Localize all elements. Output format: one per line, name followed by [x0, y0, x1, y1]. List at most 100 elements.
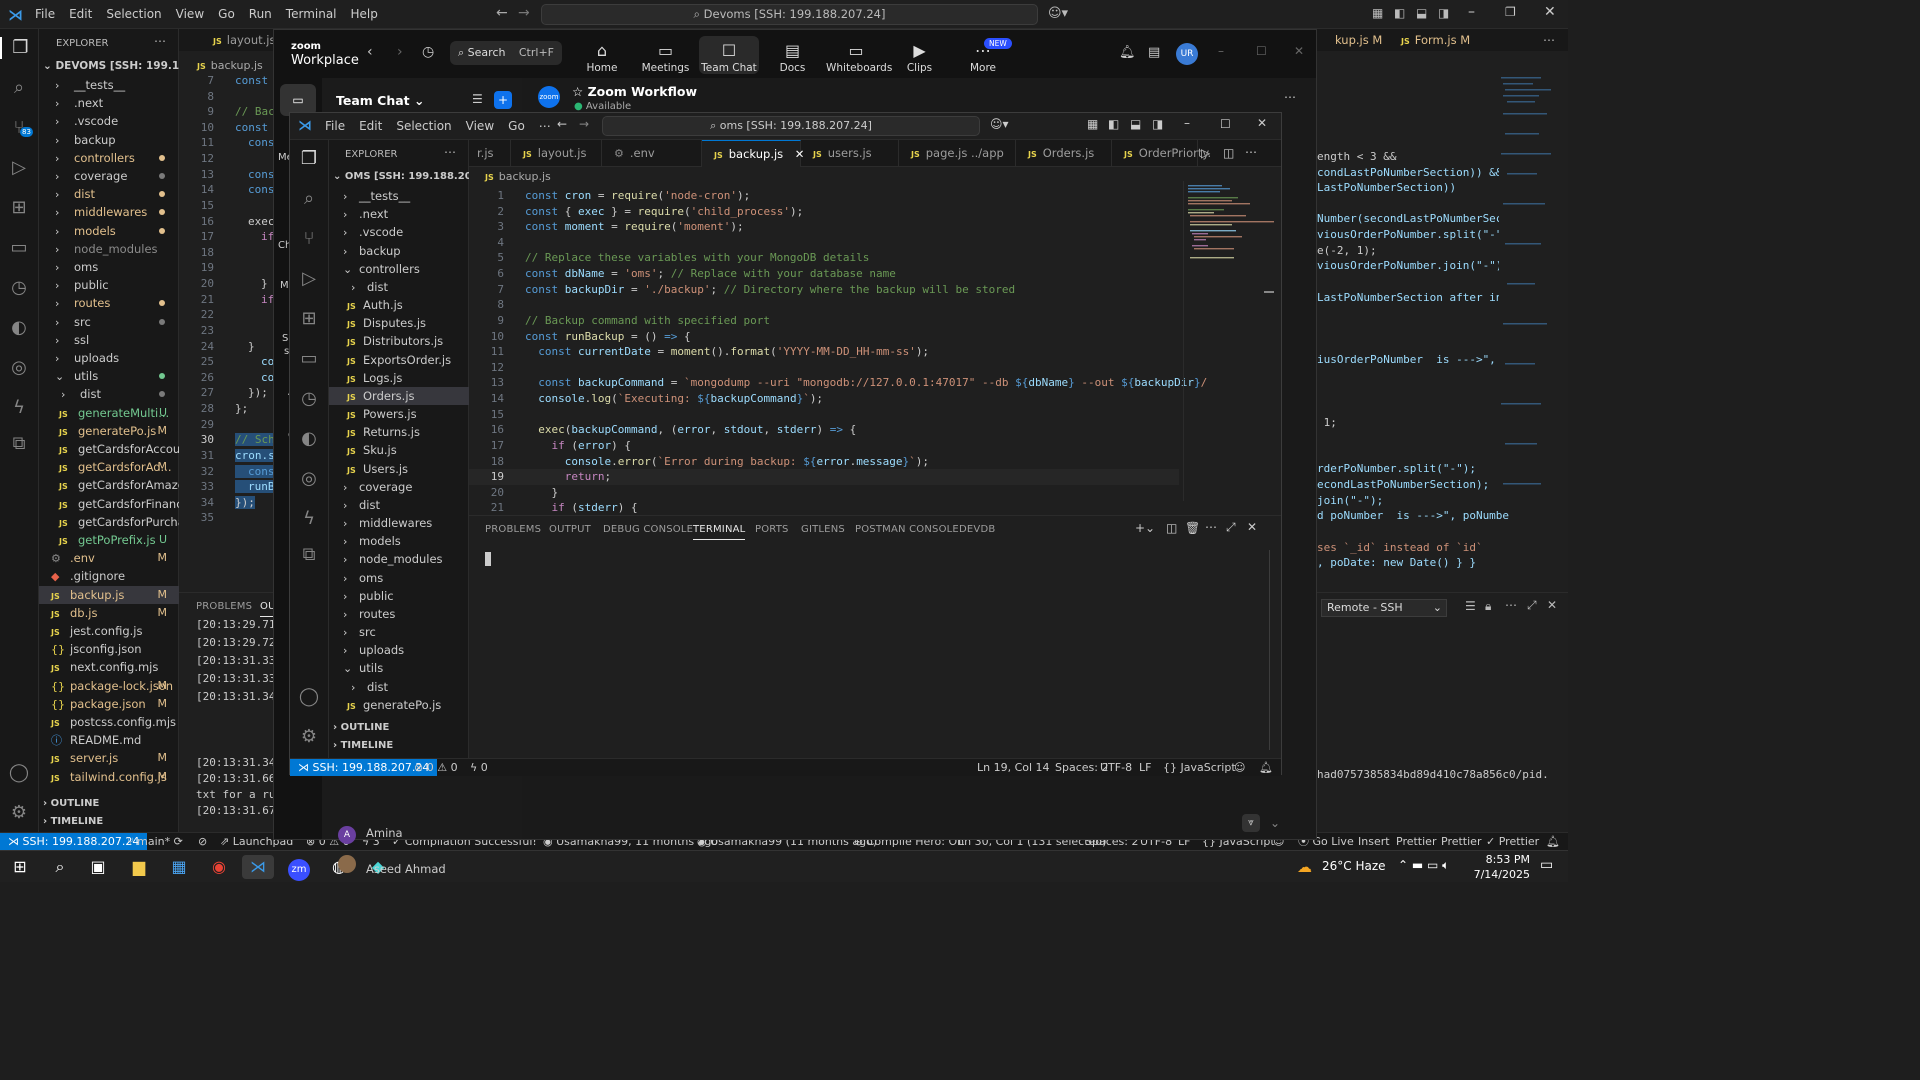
front-panel-tab-ports[interactable]: PORTS: [755, 524, 789, 535]
front-gear-icon[interactable]: ⚙: [298, 726, 320, 748]
back-menu-help[interactable]: Help: [344, 0, 385, 29]
zoom-history-icon[interactable]: ◷: [422, 44, 434, 60]
kill-terminal-icon[interactable]: 🗑︎: [1185, 521, 1200, 535]
tree-item[interactable]: ⚙ .env M: [39, 549, 179, 567]
front-tree-item[interactable]: JS Distributors.js: [329, 332, 469, 350]
front-run-debug-icon[interactable]: ▷: [298, 268, 320, 290]
front-panel-tab-postman-console[interactable]: POSTMAN CONSOLE: [855, 524, 959, 535]
front-timeline-section[interactable]: › TIMELINE: [333, 740, 393, 751]
tree-item[interactable]: {} package.json M: [39, 695, 179, 713]
tree-item[interactable]: JS getCardsforPurchasi...: [39, 513, 179, 531]
account-icon[interactable]: ◯: [8, 762, 30, 784]
tab-more-icon[interactable]: ⋯: [1543, 33, 1555, 47]
front-outline-section[interactable]: › OUTLINE: [333, 722, 389, 733]
zoom-nav-home[interactable]: ⌂ Home: [572, 42, 632, 75]
front-tree-item[interactable]: › __tests__: [329, 187, 469, 205]
tree-item[interactable]: ◆ .gitignore: [39, 567, 179, 585]
weather-widget[interactable]: 26°C Haze: [1322, 859, 1386, 873]
front-notifications-icon[interactable]: 🔔︎: [1259, 759, 1273, 777]
tree-item[interactable]: {} jsconfig.json: [39, 640, 179, 658]
search-icon[interactable]: ⌕: [8, 77, 30, 99]
front-minimap[interactable]: [1183, 181, 1277, 501]
front-explorer-icon[interactable]: ❐: [298, 148, 320, 170]
branch-indicator[interactable]: ⑂ main* ⟳: [127, 833, 183, 851]
front-explorer-more-icon[interactable]: ⋯: [444, 145, 456, 159]
run-debug-icon[interactable]: ▷: [8, 157, 30, 179]
front-panel-tab-problems[interactable]: PROBLEMS: [485, 524, 541, 535]
back-menu-view[interactable]: View: [169, 0, 211, 29]
front-menu-item[interactable]: View: [459, 113, 501, 140]
tree-item[interactable]: › dist: [39, 385, 179, 403]
extensions-icon[interactable]: ⊞: [8, 197, 30, 219]
front-tree-item[interactable]: › oms: [329, 569, 469, 587]
tree-item[interactable]: ⌄ utils: [39, 367, 179, 385]
tree-item[interactable]: JS postcss.config.mjs: [39, 713, 179, 731]
vscode-taskbar-icon[interactable]: ⋊: [242, 855, 274, 879]
list-icon[interactable]: ☰: [1465, 599, 1476, 613]
toggle-sidebar-icon[interactable]: ◧: [1394, 6, 1405, 20]
front-account-icon[interactable]: ◯: [298, 686, 320, 708]
front-tab-more-icon[interactable]: ⋯: [1245, 145, 1257, 159]
tree-item[interactable]: › node_modules: [39, 240, 179, 258]
back-arrow-icon[interactable]: ←: [496, 5, 508, 21]
front-tab-ordersjs[interactable]: JS Orders.js: [1016, 140, 1112, 167]
front-back-icon[interactable]: ←: [557, 117, 567, 131]
front-menu-item[interactable]: Selection: [389, 113, 458, 140]
channel-more-icon[interactable]: ⋯: [1284, 90, 1296, 104]
front-panel-tab-devdb[interactable]: DEVDB: [959, 524, 995, 535]
front-tree-item[interactable]: JS Returns.js: [329, 423, 469, 441]
front-toggle-secondary-icon[interactable]: ◨: [1152, 117, 1163, 131]
prettier-2[interactable]: Prettier: [1441, 833, 1481, 851]
tree-item[interactable]: › controllers: [39, 149, 179, 167]
back-menu-edit[interactable]: Edit: [62, 0, 99, 29]
zoom-maximize-icon[interactable]: ☐: [1256, 44, 1267, 58]
close-panel-icon[interactable]: ✕: [1547, 598, 1557, 612]
front-tree-item[interactable]: › src: [329, 623, 469, 641]
tree-item[interactable]: JS getCardsforAccount.js: [39, 440, 179, 458]
file-explorer-icon[interactable]: ▆: [123, 855, 155, 879]
front-line-ending[interactable]: LF: [1139, 759, 1151, 777]
filter-icon[interactable]: ☰: [472, 92, 483, 106]
front-panel-tab-debug-console[interactable]: DEBUG CONSOLE: [603, 524, 693, 535]
tree-item[interactable]: › .vscode: [39, 112, 179, 130]
front-tree-item[interactable]: › .next: [329, 205, 469, 223]
front-tab-env[interactable]: ⚙ .env: [602, 140, 702, 167]
notifications-icon[interactable]: 🔔︎: [1546, 833, 1560, 851]
front-forward-icon[interactable]: →: [579, 117, 589, 131]
front-tree-item[interactable]: › middlewares: [329, 514, 469, 532]
back-menu-terminal[interactable]: Terminal: [279, 0, 344, 29]
remote-indicator[interactable]: ⋊ SSH: 199.188.207.24: [0, 833, 148, 851]
bell-icon[interactable]: 🔔︎: [1119, 45, 1136, 60]
split-terminal-icon[interactable]: ◫: [1166, 521, 1177, 535]
front-tree-item[interactable]: › uploads: [329, 641, 469, 659]
tree-item[interactable]: JS getCardsforAd... M: [39, 458, 179, 476]
lock-icon[interactable]: 🔒︎: [1485, 599, 1491, 614]
tree-item[interactable]: JS getCardsforFinance.js: [39, 495, 179, 513]
tree-item[interactable]: › coverage: [39, 167, 179, 185]
back-panel-tab-problems[interactable]: PROBLEMS: [196, 601, 252, 612]
tree-item[interactable]: {} package-lock.json M: [39, 677, 179, 695]
contact-item[interactable]: Aseed Ahmad: [338, 855, 446, 876]
channel-title[interactable]: ☆ Zoom Workflow: [572, 84, 697, 99]
front-menu-item[interactable]: File: [318, 113, 352, 140]
notification-center-icon[interactable]: ▭: [1540, 857, 1553, 873]
toggle-secondary-sidebar-icon[interactable]: ◨: [1438, 6, 1449, 20]
front-tab-orderpriorty[interactable]: JS OrderPriorty.: [1112, 140, 1211, 167]
tree-item[interactable]: JS next.config.mjs: [39, 658, 179, 676]
front-tree-item[interactable]: JS Users.js: [329, 460, 469, 478]
back-tab-form[interactable]: JS Form.js M: [1389, 29, 1470, 51]
layout-icon[interactable]: ▦: [1372, 6, 1383, 20]
sync-icon[interactable]: ⊘: [198, 833, 207, 851]
front-breadcrumb[interactable]: JS backup.js: [485, 170, 551, 183]
front-tree-item[interactable]: › coverage: [329, 478, 469, 496]
zoom-close-icon[interactable]: ✕: [1294, 44, 1304, 58]
front-menu-item[interactable]: ⋯: [532, 113, 558, 140]
front-tree-item[interactable]: › models: [329, 532, 469, 550]
front-search-icon[interactable]: ⌕: [298, 188, 320, 210]
front-cursor-position[interactable]: Ln 19, Col 14: [977, 759, 1050, 777]
docker-icon[interactable]: ◎: [8, 357, 30, 379]
tree-item[interactable]: › routes: [39, 294, 179, 312]
minimize-icon[interactable]: –: [1468, 4, 1475, 20]
front-tree-item[interactable]: JS Orders.js: [329, 386, 469, 405]
front-copilot-status-icon[interactable]: ☺: [1234, 759, 1245, 777]
